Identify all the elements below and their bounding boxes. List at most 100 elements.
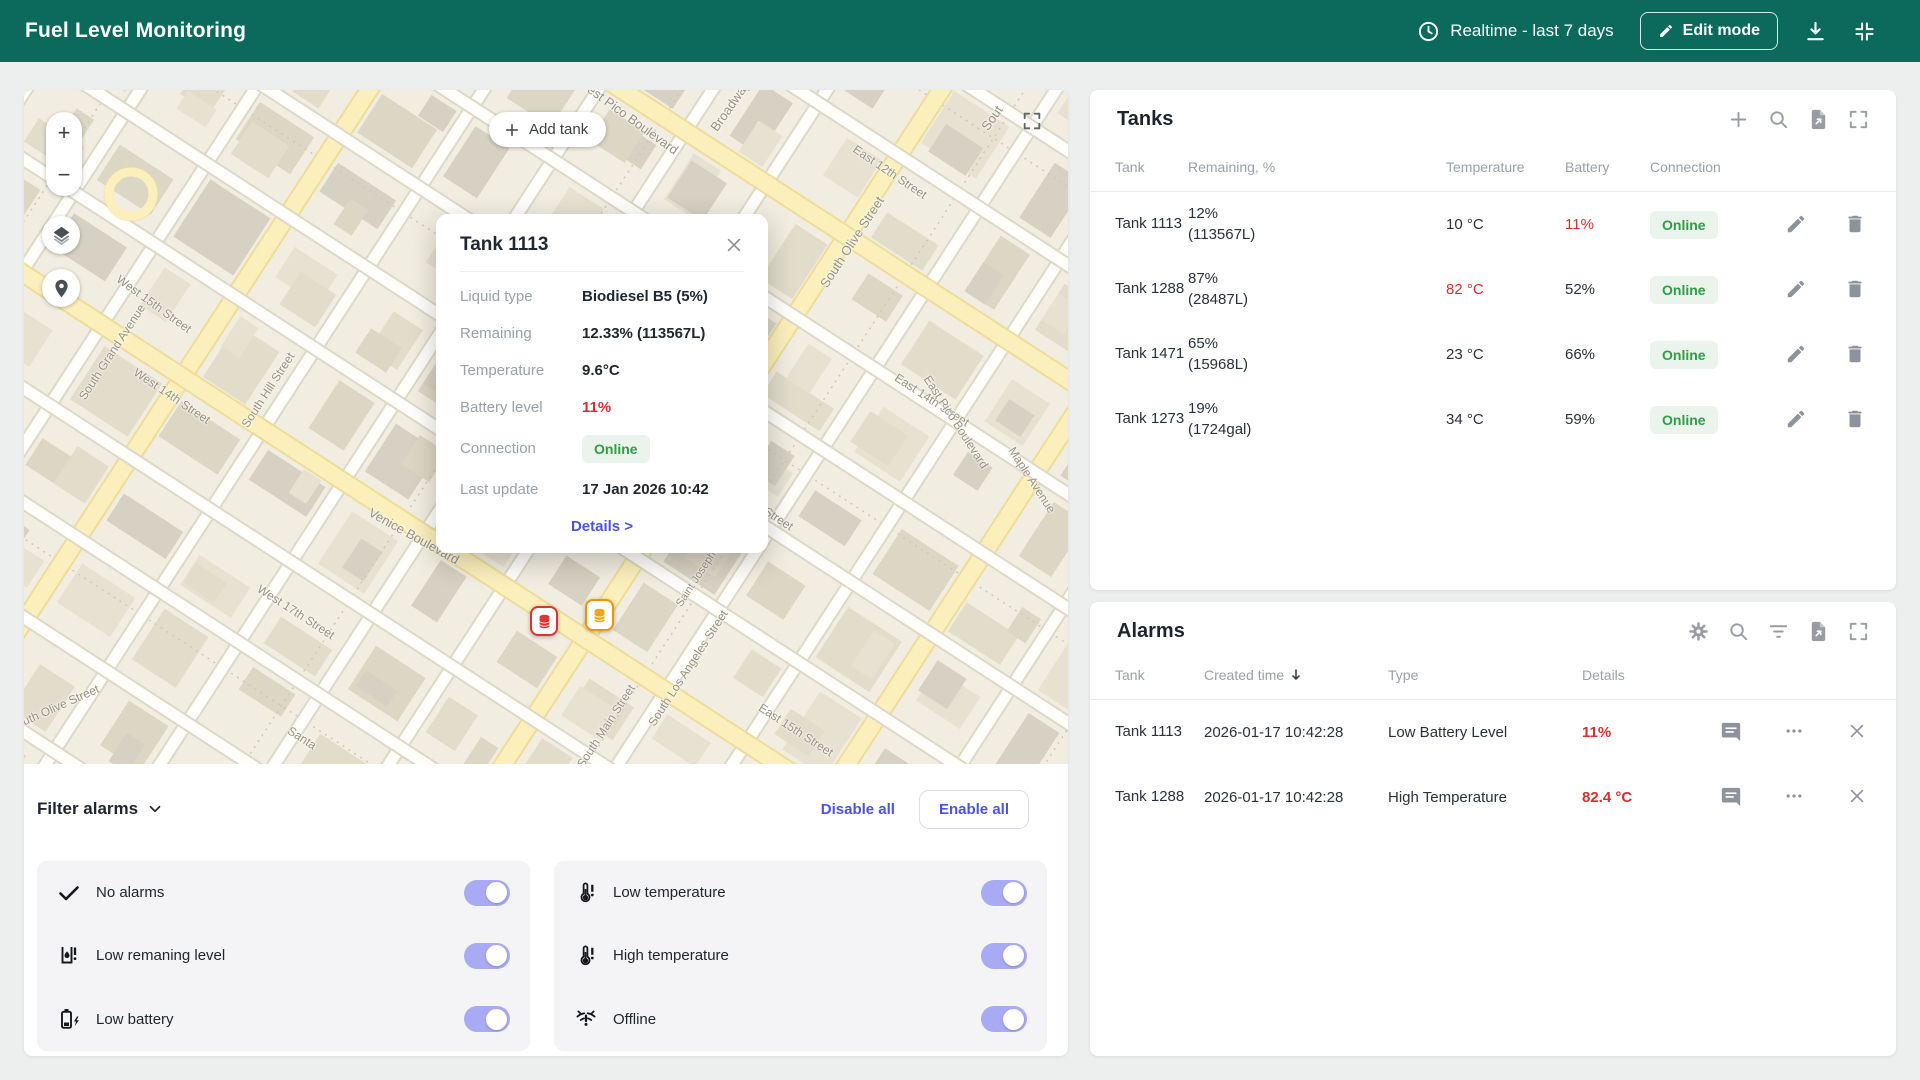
- popup-value: Biodiesel B5 (5%): [582, 288, 744, 305]
- download-button[interactable]: [1804, 20, 1827, 43]
- time-range-picker[interactable]: Realtime - last 7 days: [1417, 20, 1613, 43]
- filter-row: Offline: [574, 988, 1027, 1051]
- pencil-icon: [1785, 408, 1807, 430]
- map-fullscreen-button[interactable]: [1020, 110, 1044, 134]
- pencil-icon: [1785, 278, 1807, 300]
- edit-row-button[interactable]: [1784, 278, 1808, 302]
- delete-row-button[interactable]: [1843, 213, 1867, 237]
- delete-row-button[interactable]: [1843, 278, 1867, 302]
- alarm-type: High Temperature: [1388, 789, 1582, 806]
- toggle-low-remaning-level[interactable]: [464, 943, 510, 969]
- filter-alarms-toggle[interactable]: Filter alarms: [37, 799, 164, 819]
- add-tank-button[interactable]: Add tank: [489, 112, 606, 147]
- export-button[interactable]: [1807, 620, 1830, 643]
- table-row: Tank 1288 2026-01-17 10:42:28 High Tempe…: [1090, 765, 1896, 830]
- filter-icon: [1767, 620, 1790, 643]
- fullscreen-button[interactable]: [1847, 108, 1870, 131]
- delete-row-button[interactable]: [1843, 408, 1867, 432]
- search-button[interactable]: [1727, 620, 1750, 643]
- table-row: Tank 1113 12% (113567L) 10 °C 11% Online: [1090, 192, 1896, 257]
- filter-alarms-label: Filter alarms: [37, 799, 138, 819]
- tank-popup: Tank 1113 Liquid typeBiodiesel B5 (5%)Re…: [436, 214, 768, 553]
- col-tank: Tank: [1115, 159, 1188, 175]
- zoom-in-button[interactable]: +: [46, 112, 82, 154]
- filter-row: No alarms: [57, 861, 510, 924]
- expand-icon: [1847, 620, 1870, 643]
- clock-icon: [1417, 20, 1440, 43]
- tank-name: Tank 1113: [1115, 722, 1185, 742]
- popup-value: 12.33% (113567L): [582, 325, 744, 342]
- offline-icon: [574, 1007, 598, 1031]
- popup-title: Tank 1113: [460, 234, 548, 256]
- comment-button[interactable]: [1719, 786, 1743, 810]
- battery-value: 66%: [1565, 346, 1650, 363]
- connection-status-badge: Online: [1650, 276, 1718, 304]
- search-button[interactable]: [1767, 108, 1790, 131]
- file-export-icon: [1807, 108, 1830, 131]
- enable-all-button[interactable]: Enable all: [919, 790, 1029, 829]
- filter-label: No alarms: [96, 884, 164, 901]
- edit-mode-button[interactable]: Edit mode: [1640, 12, 1778, 50]
- alarm-details: 82.4 °C: [1582, 789, 1705, 806]
- col-created-time-sort[interactable]: Created time: [1204, 667, 1388, 683]
- popup-label: Remaining: [460, 325, 582, 342]
- edit-row-button[interactable]: [1784, 343, 1808, 367]
- remaining-detail: (1724gal): [1188, 421, 1251, 438]
- toggle-offline[interactable]: [981, 1006, 1027, 1032]
- ellipsis-icon: [1784, 721, 1804, 741]
- tanks-title: Tanks: [1117, 108, 1173, 131]
- collapse-button[interactable]: [1853, 20, 1876, 43]
- thermo-icon: [574, 944, 598, 968]
- map[interactable]: West Pico BoulevardBroadwaySoutEast 12th…: [24, 90, 1068, 764]
- expand-icon: [1847, 108, 1870, 131]
- col-tank: Tank: [1115, 667, 1204, 683]
- locate-button[interactable]: [42, 269, 80, 307]
- edit-row-button[interactable]: [1784, 408, 1808, 432]
- fullscreen-button[interactable]: [1847, 620, 1870, 643]
- filter-button[interactable]: [1767, 620, 1790, 643]
- table-row: Tank 1273 19% (1724gal) 34 °C 59% Online: [1090, 387, 1896, 452]
- tank-marker-selected[interactable]: [585, 599, 614, 631]
- settings-button[interactable]: [1687, 620, 1710, 643]
- comment-icon: [1720, 721, 1742, 743]
- layers-button[interactable]: [42, 216, 80, 254]
- comment-button[interactable]: [1719, 721, 1743, 745]
- popup-close-button[interactable]: [724, 235, 744, 255]
- app-header: Fuel Level Monitoring Realtime - last 7 …: [0, 0, 1920, 62]
- battery-value: 59%: [1565, 411, 1650, 428]
- toggle-high-temperature[interactable]: [981, 943, 1027, 969]
- trash-icon: [1844, 408, 1866, 430]
- add-button[interactable]: [1727, 108, 1750, 131]
- export-button[interactable]: [1807, 108, 1830, 131]
- dismiss-alarm-button[interactable]: [1845, 721, 1869, 745]
- more-actions-button[interactable]: [1782, 721, 1806, 745]
- map-panel: West Pico BoulevardBroadwaySoutEast 12th…: [24, 90, 1068, 1056]
- delete-row-button[interactable]: [1843, 343, 1867, 367]
- disable-all-button[interactable]: Disable all: [811, 793, 905, 826]
- more-actions-button[interactable]: [1782, 786, 1806, 810]
- dismiss-alarm-button[interactable]: [1845, 786, 1869, 810]
- trash-icon: [1844, 343, 1866, 365]
- alarms-title: Alarms: [1117, 620, 1185, 643]
- add-tank-label: Add tank: [529, 121, 588, 138]
- edit-mode-label: Edit mode: [1683, 22, 1760, 40]
- divider: [460, 271, 744, 272]
- remaining-pct: 19%: [1188, 400, 1218, 417]
- compress-icon: [1853, 20, 1876, 43]
- zoom-out-button[interactable]: −: [46, 154, 82, 196]
- tanks-panel: Tanks Tank Remaining, % Temperature Batt…: [1090, 90, 1896, 590]
- tank-cylinder-icon: [591, 607, 608, 624]
- popup-details-link[interactable]: Details >: [571, 518, 633, 535]
- edit-row-button[interactable]: [1784, 213, 1808, 237]
- location-pin-icon: [51, 278, 72, 299]
- popup-value: 11%: [582, 399, 744, 416]
- toggle-no-alarms[interactable]: [464, 880, 510, 906]
- filter-card: No alarms Low remaning level Low battery: [37, 861, 530, 1051]
- toggle-low-temperature[interactable]: [981, 880, 1027, 906]
- filter-row: Low remaning level: [57, 924, 510, 987]
- tank-marker[interactable]: [530, 606, 558, 636]
- plus-icon: [503, 121, 521, 139]
- battery-value: 11%: [1565, 216, 1650, 233]
- toggle-low-battery[interactable]: [464, 1006, 510, 1032]
- filter-cards: No alarms Low remaning level Low battery…: [37, 861, 1047, 1051]
